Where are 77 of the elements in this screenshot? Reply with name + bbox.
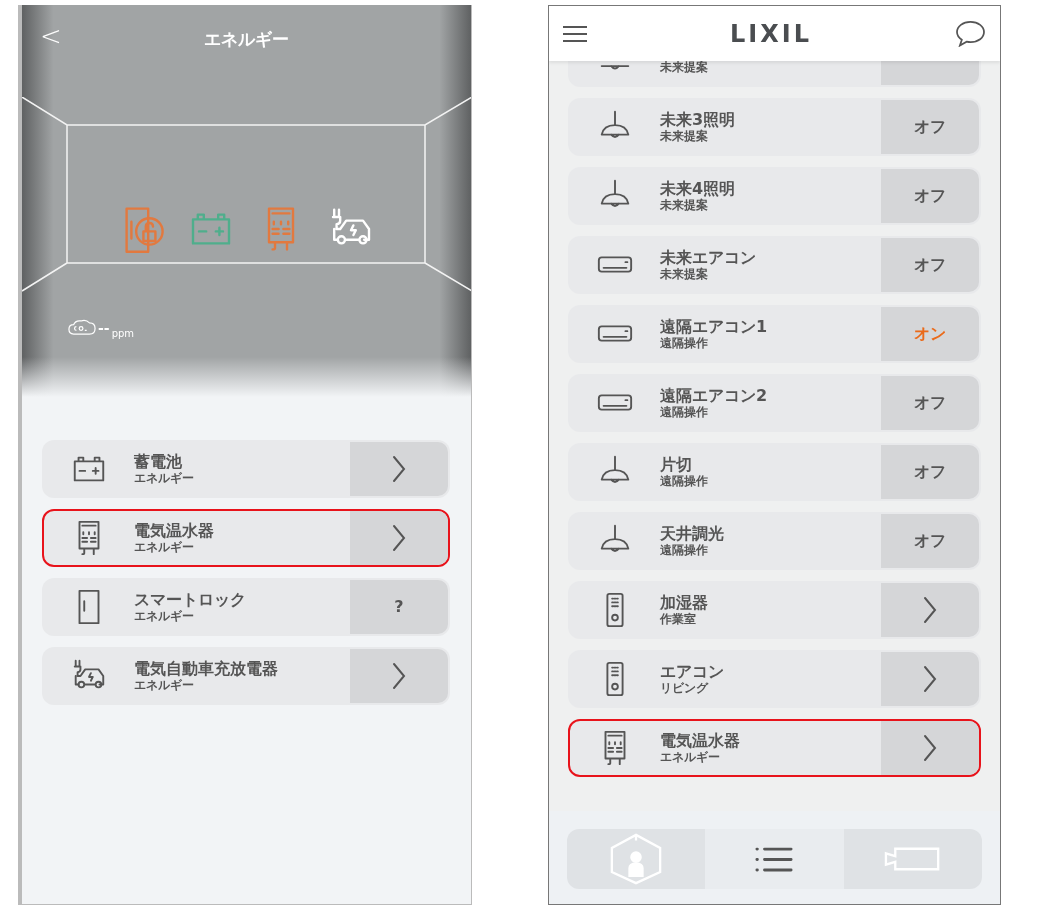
device-location: 遠隔操作 xyxy=(660,473,709,489)
action-area[interactable] xyxy=(350,511,448,565)
list-icon xyxy=(755,845,794,873)
device-name: 蓄電池 xyxy=(134,452,183,471)
nav-tab[interactable] xyxy=(705,829,844,889)
device-card[interactable]: エアコン リビング xyxy=(568,650,981,708)
device-name: 加湿器 xyxy=(660,593,709,612)
device-card[interactable]: 遠隔エアコン2 遠隔操作 オフ xyxy=(568,374,981,432)
device-location: エネルギー xyxy=(134,608,195,624)
device-location: エネルギー xyxy=(134,470,195,486)
power-status[interactable]: オフ xyxy=(914,391,946,415)
device-card[interactable]: 加湿器 作業室 xyxy=(568,581,981,639)
chevron-right-icon xyxy=(923,734,937,762)
device-card[interactable]: 未来4照明 未来提案 オフ xyxy=(568,167,981,225)
action-area[interactable] xyxy=(350,649,448,703)
brand-logo: LIXIL xyxy=(730,18,812,50)
power-status[interactable]: オフ xyxy=(914,460,946,484)
device-card[interactable]: 天井調光 遠隔操作 オフ xyxy=(568,512,981,570)
device-card[interactable]: 電気温水器 エネルギー xyxy=(42,509,450,567)
action-area[interactable]: オフ xyxy=(881,169,979,223)
device-location: 作業室 xyxy=(660,611,697,627)
power-status[interactable]: オフ xyxy=(914,115,946,139)
device-card[interactable]: 電気温水器 エネルギー xyxy=(568,719,981,777)
device-name: 未来3照明 xyxy=(660,110,737,129)
action-area[interactable]: オフ xyxy=(881,445,979,499)
chevron-right-icon xyxy=(392,662,406,690)
chevron-right-icon xyxy=(923,665,937,693)
device-name: 天井調光 xyxy=(660,524,725,543)
device-name: エアコン xyxy=(660,662,725,681)
chevron-right-icon xyxy=(923,596,937,624)
action-area[interactable] xyxy=(881,721,979,775)
chevron-right-icon xyxy=(392,455,406,483)
screen-title: エネルギー xyxy=(203,28,290,51)
device-card[interactable]: 未来3照明 未来提案 オフ xyxy=(568,98,981,156)
co2-value: -- xyxy=(98,320,110,336)
action-area[interactable] xyxy=(350,442,448,496)
chevron-right-icon xyxy=(392,524,406,552)
device-name: 遠隔エアコン1 xyxy=(660,317,769,336)
device-location: 遠隔操作 xyxy=(660,335,709,351)
device-location: 未来提案 xyxy=(660,266,709,282)
action-area[interactable]: オフ xyxy=(881,238,979,292)
device-name: 電気自動車充放電器 xyxy=(134,659,279,678)
chat-bubble-icon[interactable] xyxy=(955,20,986,47)
device-card[interactable]: 電気自動車充放電器 エネルギー xyxy=(42,647,450,705)
device-location: エネルギー xyxy=(660,749,721,765)
power-status[interactable]: オフ xyxy=(914,529,946,553)
device-card[interactable]: スマートロック エネルギー ? xyxy=(42,578,450,636)
device-location: 遠隔操作 xyxy=(660,542,709,558)
menu-icon[interactable] xyxy=(563,24,587,43)
device-location: エネルギー xyxy=(134,539,195,555)
power-status[interactable]: ? xyxy=(394,595,404,619)
device-card[interactable]: 未来エアコン 未来提案 オフ xyxy=(568,236,981,294)
action-area[interactable]: オフ xyxy=(881,514,979,568)
action-area[interactable]: オフ xyxy=(881,376,979,430)
action-area[interactable] xyxy=(881,583,979,637)
co2-cloud-icon xyxy=(68,319,96,336)
device-location: 未来提案 xyxy=(660,128,708,144)
co2-unit: ppm xyxy=(111,329,135,339)
action-area[interactable] xyxy=(881,652,979,706)
device-name: スマートロック xyxy=(134,590,247,609)
back-button[interactable]: < xyxy=(40,23,62,49)
power-status[interactable]: オフ xyxy=(914,184,946,208)
device-location: エネルギー xyxy=(134,677,195,693)
device-name: 未来エアコン xyxy=(660,248,757,267)
device-card[interactable]: 蓄電池 エネルギー xyxy=(42,440,450,498)
action-area[interactable]: オフ xyxy=(881,100,979,154)
power-status[interactable]: オフ xyxy=(914,253,946,277)
device-name: 遠隔エアコン2 xyxy=(660,386,769,405)
device-name: 電気温水器 xyxy=(660,731,741,750)
device-name: 片切 xyxy=(660,455,693,474)
action-area[interactable]: ? xyxy=(350,580,448,634)
device-card[interactable]: 片切 遠隔操作 オフ xyxy=(568,443,981,501)
device-location: リビング xyxy=(660,680,710,696)
device-name: 未来4照明 xyxy=(660,179,737,198)
device-location: 遠隔操作 xyxy=(660,404,709,420)
device-name: 電気温水器 xyxy=(134,521,215,540)
device-location: 未来提案 xyxy=(660,197,708,213)
